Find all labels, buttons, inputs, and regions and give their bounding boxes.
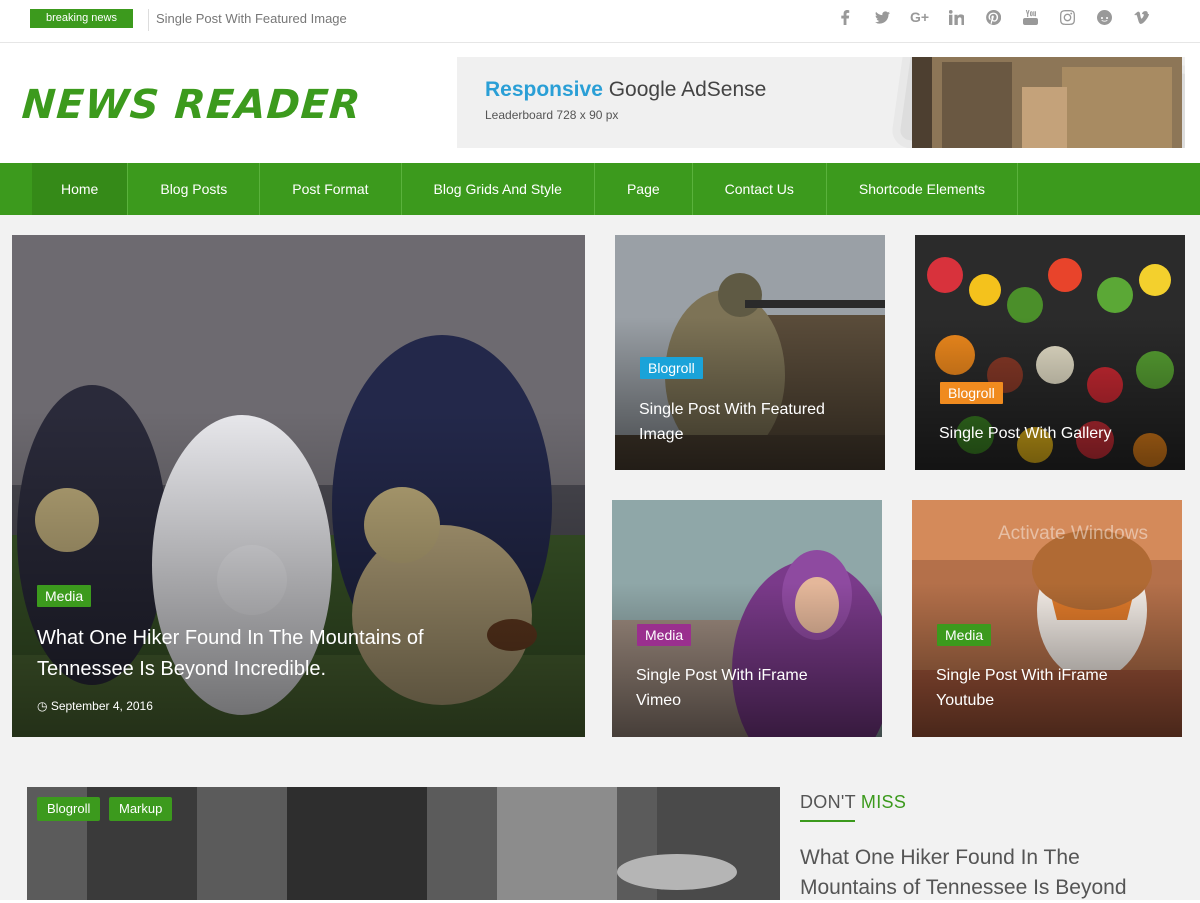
featured-card-1[interactable]: Blogroll Single Post With Featured Image — [615, 235, 885, 470]
nav-blog-grids[interactable]: Blog Grids And Style — [402, 163, 595, 215]
card-title[interactable]: Single Post With iFrame Youtube — [936, 663, 1136, 713]
tag-markup[interactable]: Markup — [109, 797, 173, 821]
category-badge[interactable]: Blogroll — [940, 382, 1003, 404]
ticker-link[interactable]: Single Post With Featured Image — [156, 11, 347, 26]
featured-card-3[interactable]: Media Single Post With iFrame Vimeo — [612, 500, 882, 737]
nav-post-format[interactable]: Post Format — [260, 163, 402, 215]
dont-miss-underline — [800, 820, 855, 822]
lower-post-card[interactable]: Blogroll Markup — [27, 787, 780, 900]
card-title[interactable]: Single Post With Featured Image — [639, 397, 859, 447]
twitter-icon[interactable] — [864, 6, 901, 28]
category-badge[interactable]: Media — [37, 585, 92, 607]
category-badge[interactable]: Blogroll — [640, 357, 703, 379]
breaking-news-badge: breaking news — [30, 9, 133, 28]
ad-photo — [912, 57, 1182, 148]
top-bar: breaking news Single Post With Featured … — [0, 0, 1200, 43]
card-title[interactable]: Single Post With iFrame Vimeo — [636, 663, 836, 713]
reddit-icon[interactable] — [1086, 6, 1123, 28]
site-logo[interactable]: NEWS READER — [20, 82, 362, 128]
ad-photo-art — [912, 57, 1182, 148]
instagram-icon[interactable] — [1049, 6, 1086, 28]
card-title[interactable]: Single Post With Gallery — [939, 421, 1169, 446]
clock-icon: ◷ — [37, 699, 51, 713]
dont-miss-word1: DON'T — [800, 792, 856, 812]
nav-items: Home Blog Posts Post Format Blog Grids A… — [32, 163, 1018, 215]
dont-miss-post-title[interactable]: What One Hiker Found In The Mountains of… — [800, 843, 1170, 903]
nav-contact-us[interactable]: Contact Us — [693, 163, 827, 215]
activate-windows-watermark: Activate Windows — [998, 523, 1148, 544]
linkedin-icon[interactable] — [938, 6, 975, 28]
featured-main-title[interactable]: What One Hiker Found In The Mountains of… — [37, 623, 477, 685]
nav-shortcode-elements[interactable]: Shortcode Elements — [827, 163, 1018, 215]
ad-subtitle: Leaderboard 728 x 90 px — [485, 108, 619, 122]
nav-page[interactable]: Page — [595, 163, 693, 215]
featured-main-date: ◷ September 4, 2016 — [37, 699, 153, 713]
category-badge[interactable]: Media — [637, 624, 692, 646]
dont-miss-word2: MISS — [860, 792, 907, 812]
ticker-divider — [148, 9, 149, 31]
facebook-icon[interactable] — [827, 6, 864, 28]
featured-main-card[interactable]: Media What One Hiker Found In The Mounta… — [12, 235, 585, 737]
date-text: September 4, 2016 — [50, 699, 153, 713]
ad-title-rest: Google AdSense — [602, 78, 767, 101]
nav-blog-posts[interactable]: Blog Posts — [128, 163, 261, 215]
ad-banner[interactable]: Responsive Google AdSense Leaderboard 72… — [457, 57, 1185, 148]
nav-home[interactable]: Home — [32, 163, 129, 215]
tag-blogroll[interactable]: Blogroll — [37, 797, 101, 821]
ad-title-accent: Responsive — [485, 78, 603, 101]
main-nav: Home Blog Posts Post Format Blog Grids A… — [0, 163, 1200, 215]
category-badge[interactable]: Media — [937, 624, 992, 646]
google-plus-icon[interactable]: G+ — [901, 6, 938, 28]
featured-card-2[interactable]: Blogroll Single Post With Gallery — [915, 235, 1185, 470]
social-links: G+ — [827, 6, 1160, 28]
youtube-icon[interactable] — [1012, 6, 1049, 28]
vimeo-icon[interactable] — [1123, 6, 1160, 28]
ad-title: Responsive Google AdSense — [485, 78, 766, 102]
dont-miss-heading: DON'T MISS — [800, 792, 906, 813]
pinterest-icon[interactable] — [975, 6, 1012, 28]
